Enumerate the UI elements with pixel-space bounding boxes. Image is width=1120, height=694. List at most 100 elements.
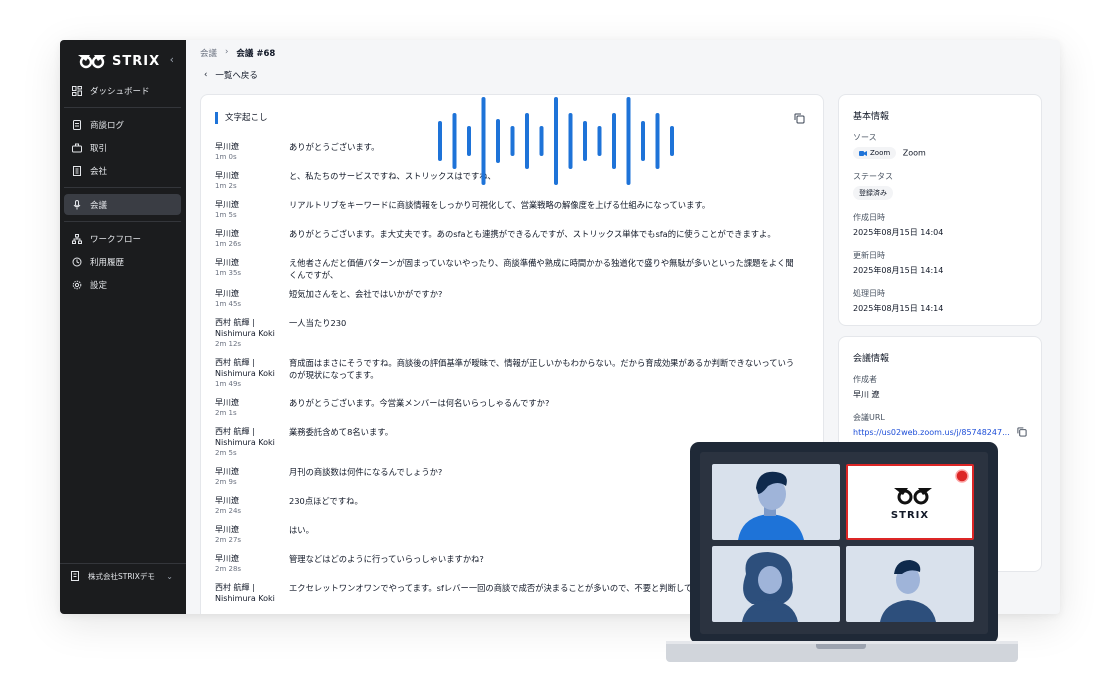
speaker-block: 早川遼 1m 45s xyxy=(215,288,289,310)
waveform-bar xyxy=(670,126,674,156)
transcript-row: 早川遼 1m 5s リアルトリブをキーワードに商談情報をしっかり可視化して、営業戦略… xyxy=(215,199,809,221)
sidebar-item-deals[interactable]: 取引 xyxy=(64,137,181,158)
updated-label: 更新日時 xyxy=(853,251,885,260)
person-avatar-icon xyxy=(880,560,936,622)
breadcrumb: 会議 › 会議 #68 xyxy=(200,47,275,59)
speaker-name: 西村 航輝 | Nishimura Koki xyxy=(215,427,275,447)
gear-icon xyxy=(72,280,82,290)
timestamp: 1m 2s xyxy=(215,182,237,190)
breadcrumb-root[interactable]: 会議 xyxy=(200,47,217,59)
status-badge: 登録済み xyxy=(853,186,893,200)
speaker-block: 早川遼 2m 24s xyxy=(215,495,289,517)
speaker-block: 西村 航輝 | Nishimura Koki xyxy=(215,582,289,604)
utterance-text: え他者さんだと価値パターンが固まっていないやったり、商談準備や熟成に時間かかる独… xyxy=(289,258,794,280)
copy-icon[interactable] xyxy=(794,113,805,124)
waveform-bar xyxy=(481,97,486,185)
company-name: 株式会社STRIXデモ xyxy=(88,571,155,581)
sidebar-item-workflow[interactable]: ワークフロー xyxy=(64,228,181,249)
speaker-block: 西村 航輝 | Nishimura Koki 2m 12s xyxy=(215,317,289,350)
sidebar-item-deal-log[interactable]: 商談ログ xyxy=(64,114,181,135)
sidebar-item-settings[interactable]: 設定 xyxy=(64,274,181,295)
source-value: Zoom xyxy=(902,148,926,158)
utterance-text: リアルトリブをキーワードに商談情報をしっかり可視化して、営業戦略の解像度を上げる… xyxy=(289,200,711,210)
timestamp: 2m 9s xyxy=(215,478,237,486)
speaker-name: 早川遼 xyxy=(215,525,239,534)
utterance-text: ありがとうございます。ま大丈夫です。あのsfaとも連携ができるんですが、ストリッ… xyxy=(289,229,776,239)
briefcase-icon xyxy=(72,143,82,153)
collapse-sidebar-icon[interactable]: ‹ xyxy=(170,53,174,66)
workflow-icon xyxy=(72,233,82,244)
transcript-row: 西村 航輝 | Nishimura Koki 2m 12s 一人当たり230 xyxy=(215,317,809,350)
processed-value: 2025年08月15日 14:14 xyxy=(853,304,944,313)
brand-logo[interactable]: STRIX ‹ xyxy=(76,50,180,72)
meeting-url-label: 会議URL xyxy=(853,413,885,422)
speaker-block: 西村 航輝 | Nishimura Koki 1m 49s xyxy=(215,357,289,390)
speaker-name: 早川遼 xyxy=(215,258,239,267)
meeting-info-title: 会議情報 xyxy=(853,354,890,364)
speaker-block: 早川遼 2m 28s xyxy=(215,553,289,575)
sidebar-item-history[interactable]: 利用履歴 xyxy=(64,251,181,272)
sidebar-item-label: 会議 xyxy=(90,200,108,211)
waveform-bar xyxy=(438,121,442,161)
creator-value: 早川 遼 xyxy=(853,390,880,399)
waveform-bar xyxy=(452,113,457,169)
laptop-brand-name: STRIX xyxy=(890,510,930,521)
participant-tile xyxy=(712,546,840,622)
waveform-bar xyxy=(568,113,573,169)
back-link[interactable]: ‹ 一覧へ戻る xyxy=(204,69,258,81)
transcript-row: 早川遼 2m 1s ありがとうございます。今営業メンバーは何名いらっしゃるんですか? xyxy=(215,397,809,419)
back-label: 一覧へ戻る xyxy=(215,71,258,81)
waveform-bar xyxy=(525,113,529,169)
utterance-text: 230点ほどですね。 xyxy=(289,496,363,506)
chevron-left-icon: ‹ xyxy=(204,70,208,80)
timestamp: 2m 5s xyxy=(215,449,237,457)
source-chip-label: Zoom xyxy=(870,149,891,157)
company-switcher[interactable]: 株式会社STRIXデモ ⌄ xyxy=(64,566,181,586)
waveform-bar xyxy=(539,126,544,156)
timestamp: 2m 1s xyxy=(215,409,237,417)
participant-tile xyxy=(846,546,974,622)
waveform-bar xyxy=(641,121,645,161)
sidebar-item-company[interactable]: 会社 xyxy=(64,160,181,181)
speaker-block: 早川遼 1m 26s xyxy=(215,228,289,250)
basic-info-card: 基本情報 ソース Zoom Zoom ステータス 登録済み 作成日時 2025年… xyxy=(838,94,1042,326)
speaker-block: 西村 航輝 | Nishimura Koki 2m 5s xyxy=(215,426,289,459)
person-avatar-icon xyxy=(742,552,798,622)
speaker-name: 早川遼 xyxy=(215,142,239,151)
creator-label: 作成者 xyxy=(853,375,877,384)
participant-tile xyxy=(712,464,840,540)
waveform-bar xyxy=(655,113,660,169)
created-label: 作成日時 xyxy=(853,213,885,222)
laptop-notch xyxy=(816,644,866,649)
document-icon xyxy=(72,119,82,130)
utterance-text: 一人当たり230 xyxy=(289,318,347,328)
transcript-row: 早川遼 1m 45s 短気加さんをと、会社ではいかがですか? xyxy=(215,288,809,310)
strix-logo-icon xyxy=(78,55,106,69)
speaker-block: 早川遼 2m 1s xyxy=(215,397,289,419)
sidebar-nav-top: ダッシュボード 商談ログ 取引 会社 会議 ワークフロー 利用履歴 設定 xyxy=(64,80,181,297)
processed-label: 処理日時 xyxy=(853,289,885,298)
timestamp: 1m 49s xyxy=(215,380,242,388)
sidebar-item-label: 設定 xyxy=(90,280,108,291)
history-icon xyxy=(72,257,82,267)
chevron-down-icon: ⌄ xyxy=(166,571,173,581)
utterance-text: 短気加さんをと、会社ではいかがですか? xyxy=(289,289,443,299)
sidebar-divider xyxy=(60,563,186,564)
copy-icon[interactable] xyxy=(1017,427,1027,437)
sidebar-item-label: ワークフロー xyxy=(90,234,142,245)
sidebar-item-meetings[interactable]: 会議 xyxy=(64,194,181,215)
breadcrumb-current: 会議 #68 xyxy=(236,49,276,59)
sidebar-item-label: 商談ログ xyxy=(90,120,125,131)
timestamp: 1m 5s xyxy=(215,211,237,219)
waveform-bar xyxy=(583,121,587,161)
transcript-row: 早川遼 1m 35s え他者さんだと価値パターンが固まっていないやったり、商談準備や… xyxy=(215,257,809,281)
laptop-illustration: STRIX xyxy=(690,442,998,644)
sidebar-item-label: 取引 xyxy=(90,143,108,154)
video-call-screen: STRIX xyxy=(700,452,988,634)
timestamp: 1m 45s xyxy=(215,300,242,308)
speaker-block: 早川遼 2m 9s xyxy=(215,466,289,488)
waveform-bar xyxy=(597,126,602,156)
sidebar-item-dashboard[interactable]: ダッシュボード xyxy=(64,80,181,101)
speaker-name: 早川遼 xyxy=(215,200,239,209)
meeting-url-link[interactable]: https://us02web.zoom.us/j/85748247... xyxy=(853,428,1010,437)
